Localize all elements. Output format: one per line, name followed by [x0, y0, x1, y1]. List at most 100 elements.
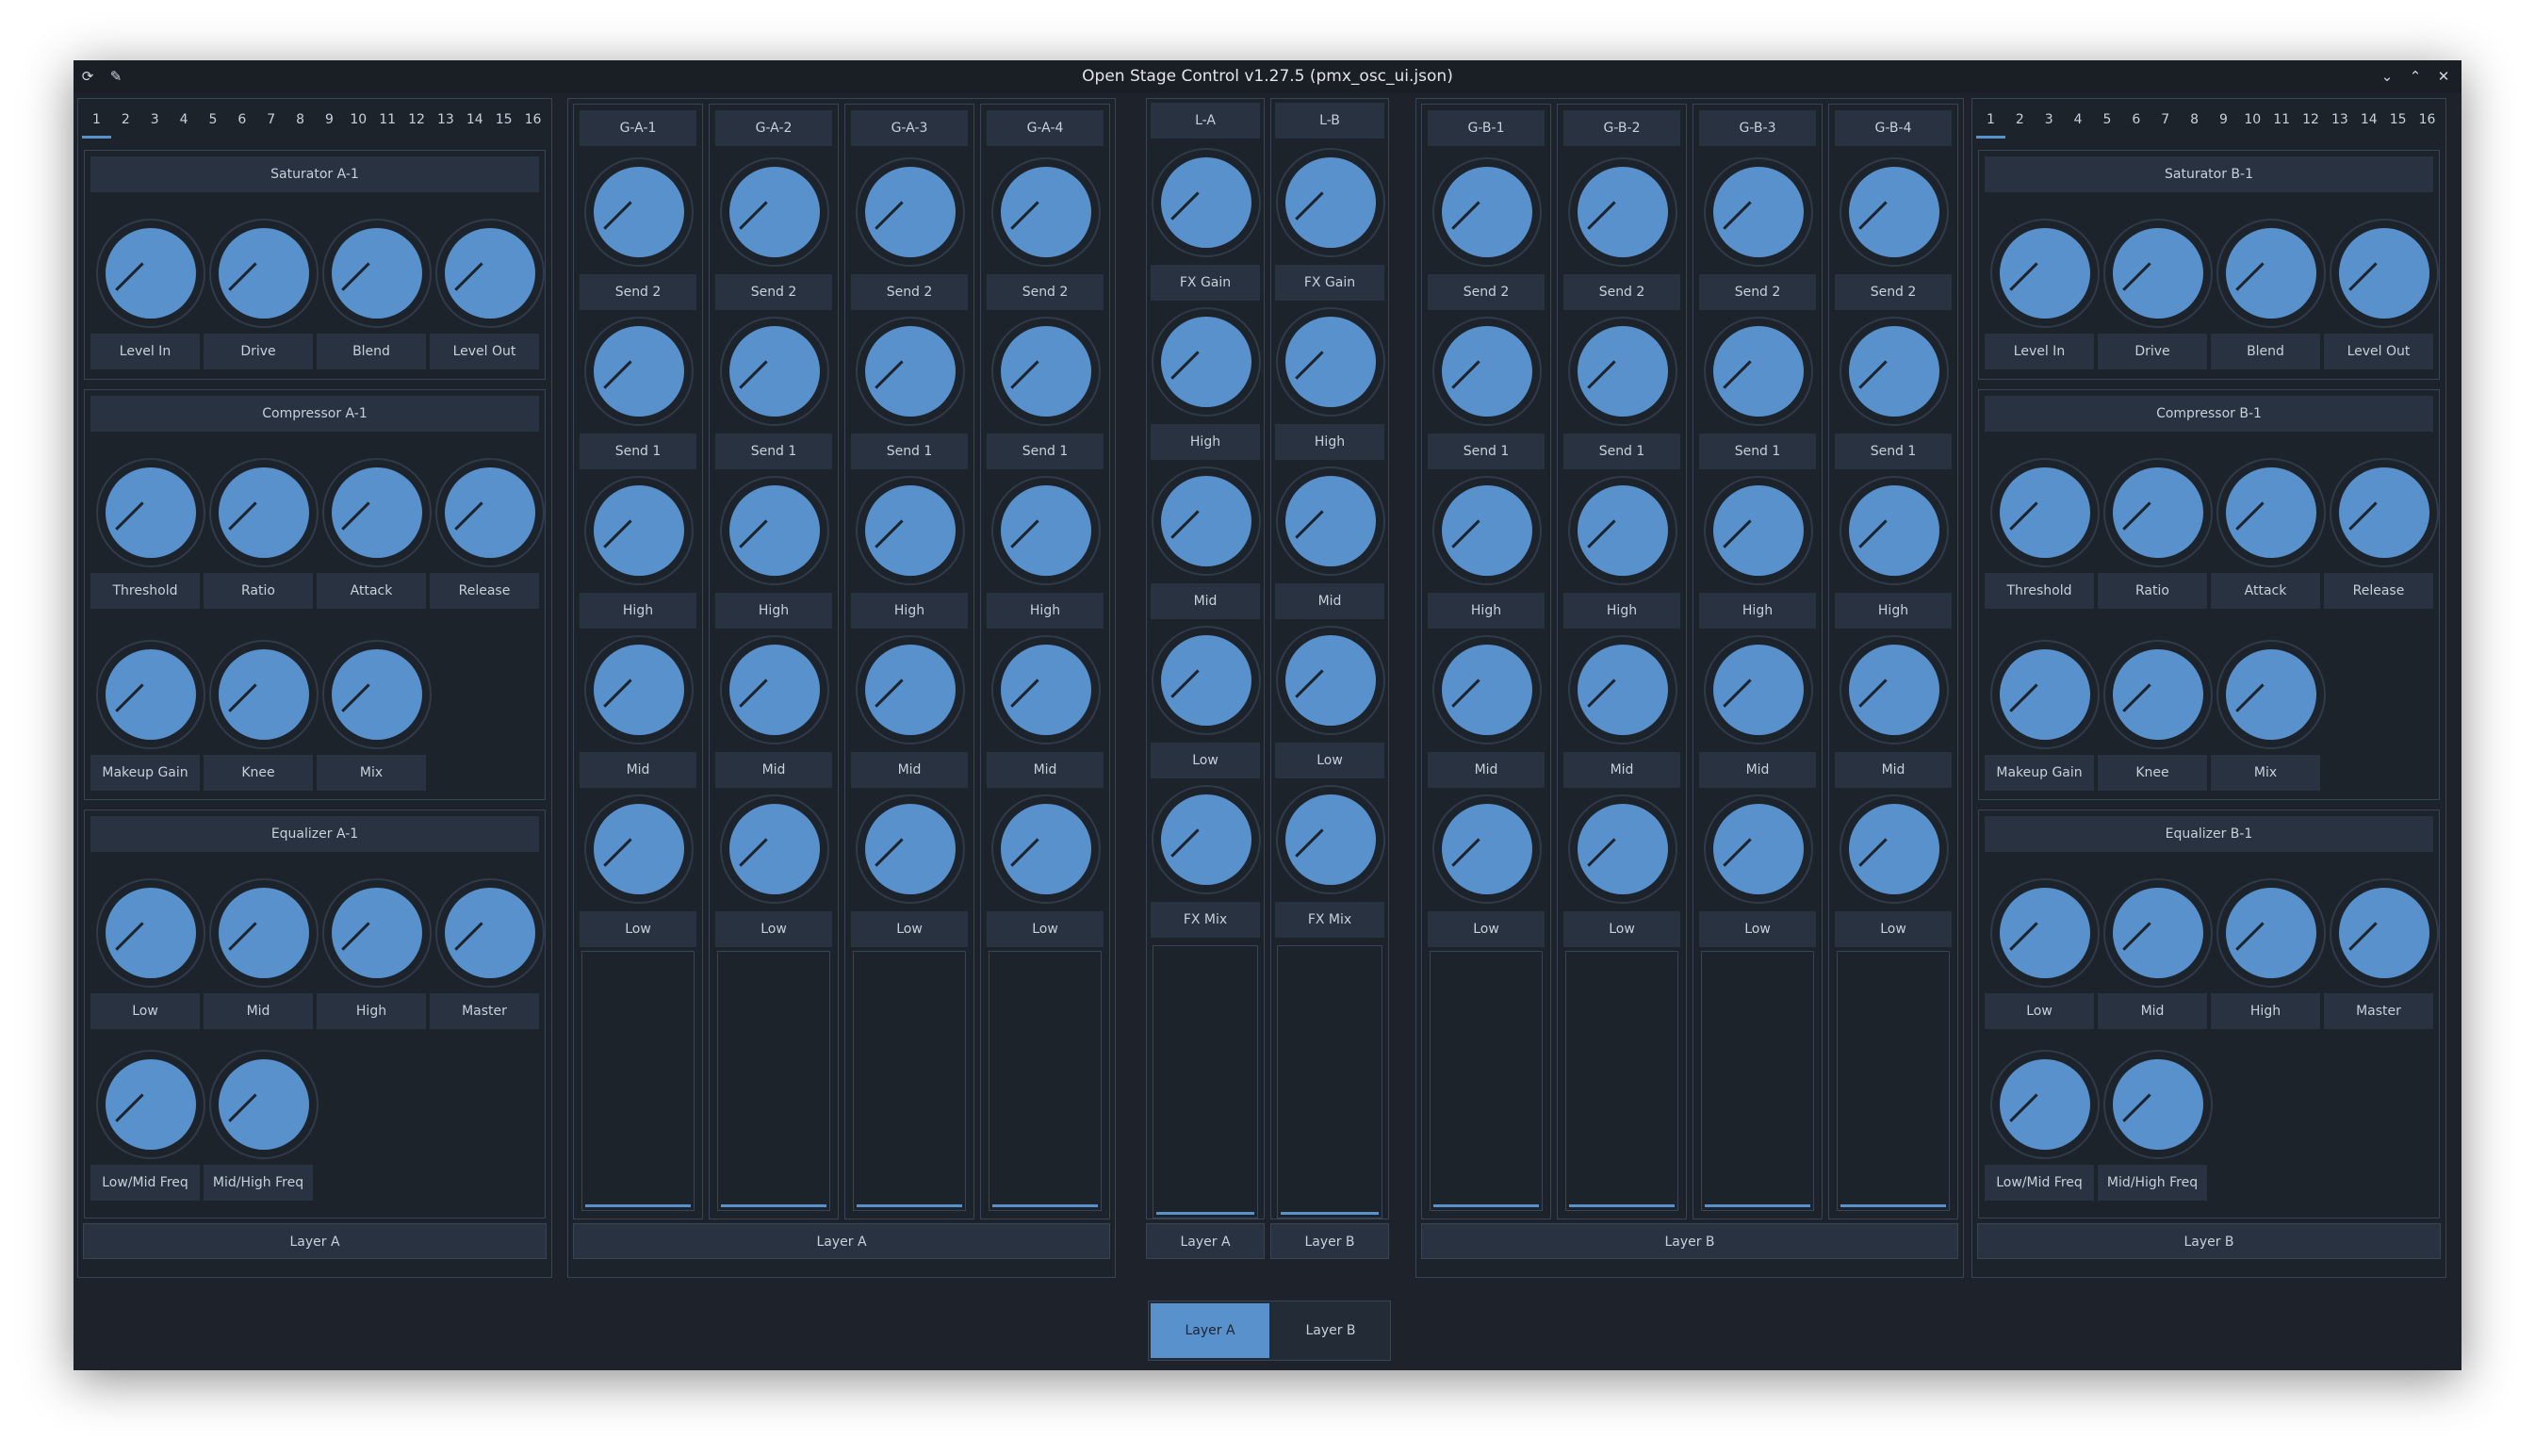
volume-fader[interactable]	[1701, 951, 1814, 1211]
ratio-knob[interactable]	[2103, 458, 2213, 567]
low-knob[interactable]	[856, 794, 965, 904]
high-knob[interactable]	[856, 476, 965, 585]
low-knob[interactable]	[1704, 794, 1813, 904]
low-knob[interactable]	[720, 794, 829, 904]
chevron-up-icon[interactable]: ⌃	[2407, 68, 2424, 85]
high-knob[interactable]	[1152, 307, 1261, 417]
send-2-knob[interactable]	[584, 157, 694, 267]
low-mid-freq-knob[interactable]	[1990, 1050, 2100, 1159]
tab-1[interactable]: 1	[82, 101, 111, 139]
group-a-footer[interactable]: Layer A	[573, 1223, 1110, 1259]
tab-2[interactable]: 2	[2005, 101, 2035, 139]
blend-knob[interactable]	[322, 219, 432, 328]
mid-knob[interactable]	[2103, 878, 2213, 988]
tab-15[interactable]: 15	[2383, 101, 2412, 139]
tab-8[interactable]: 8	[2180, 101, 2209, 139]
fx-gain-knob[interactable]	[1152, 148, 1261, 257]
mid-high-freq-knob[interactable]	[209, 1050, 319, 1159]
mid-knob[interactable]	[1432, 635, 1542, 744]
layer-strip-footer[interactable]: Layer B	[1270, 1223, 1389, 1259]
level-out-knob[interactable]	[435, 219, 545, 328]
low-knob[interactable]	[1840, 794, 1949, 904]
layer-switch-layer-a[interactable]: Layer A	[1151, 1303, 1269, 1358]
tab-15[interactable]: 15	[489, 101, 518, 139]
layer-switch-layer-b[interactable]: Layer B	[1271, 1303, 1390, 1358]
send-2-knob[interactable]	[1432, 157, 1542, 267]
fx-mix-knob[interactable]	[1276, 785, 1385, 894]
high-knob[interactable]	[1568, 476, 1677, 585]
send-2-knob[interactable]	[991, 157, 1101, 267]
left-panel-footer[interactable]: Layer A	[83, 1223, 547, 1259]
makeup-gain-knob[interactable]	[96, 640, 205, 749]
tab-7[interactable]: 7	[2151, 101, 2180, 139]
tab-5[interactable]: 5	[199, 101, 228, 139]
mix-knob[interactable]	[2216, 640, 2326, 749]
tab-2[interactable]: 2	[111, 101, 140, 139]
send-1-knob[interactable]	[584, 317, 694, 426]
volume-fader[interactable]	[989, 951, 1102, 1211]
tab-3[interactable]: 3	[2035, 101, 2064, 139]
send-2-knob[interactable]	[1704, 157, 1813, 267]
high-knob[interactable]	[1276, 307, 1385, 417]
volume-fader[interactable]	[717, 951, 830, 1211]
send-1-knob[interactable]	[1840, 317, 1949, 426]
tab-12[interactable]: 12	[402, 101, 432, 139]
high-knob[interactable]	[2216, 878, 2326, 988]
high-knob[interactable]	[1704, 476, 1813, 585]
tab-10[interactable]: 10	[344, 101, 373, 139]
tab-10[interactable]: 10	[2238, 101, 2267, 139]
tab-14[interactable]: 14	[2354, 101, 2383, 139]
volume-fader[interactable]	[1565, 951, 1678, 1211]
release-knob[interactable]	[435, 458, 545, 567]
low-knob[interactable]	[584, 794, 694, 904]
send-1-knob[interactable]	[1568, 317, 1677, 426]
tab-16[interactable]: 16	[2412, 101, 2442, 139]
low-knob[interactable]	[1432, 794, 1542, 904]
high-knob[interactable]	[584, 476, 694, 585]
mid-knob[interactable]	[856, 635, 965, 744]
send-2-knob[interactable]	[1568, 157, 1677, 267]
tab-9[interactable]: 9	[2209, 101, 2238, 139]
send-1-knob[interactable]	[991, 317, 1101, 426]
layer-fader[interactable]	[1153, 945, 1258, 1219]
mid-knob[interactable]	[720, 635, 829, 744]
master-knob[interactable]	[435, 878, 545, 988]
tab-3[interactable]: 3	[140, 101, 170, 139]
send-2-knob[interactable]	[856, 157, 965, 267]
tab-16[interactable]: 16	[518, 101, 548, 139]
volume-fader[interactable]	[1837, 951, 1950, 1211]
high-knob[interactable]	[991, 476, 1101, 585]
close-icon[interactable]: ✕	[2435, 68, 2452, 85]
send-1-knob[interactable]	[720, 317, 829, 426]
fx-gain-knob[interactable]	[1276, 148, 1385, 257]
low-knob[interactable]	[1152, 626, 1261, 735]
threshold-knob[interactable]	[1990, 458, 2100, 567]
threshold-knob[interactable]	[96, 458, 205, 567]
tab-13[interactable]: 13	[2326, 101, 2355, 139]
attack-knob[interactable]	[322, 458, 432, 567]
tab-7[interactable]: 7	[256, 101, 286, 139]
low-knob[interactable]	[96, 878, 205, 988]
mix-knob[interactable]	[322, 640, 432, 749]
level-in-knob[interactable]	[96, 219, 205, 328]
send-1-knob[interactable]	[1704, 317, 1813, 426]
mid-knob[interactable]	[991, 635, 1101, 744]
mid-knob[interactable]	[1568, 635, 1677, 744]
mid-knob[interactable]	[1152, 466, 1261, 576]
low-knob[interactable]	[991, 794, 1101, 904]
tab-4[interactable]: 4	[2064, 101, 2093, 139]
tab-14[interactable]: 14	[460, 101, 489, 139]
high-knob[interactable]	[720, 476, 829, 585]
tab-4[interactable]: 4	[170, 101, 199, 139]
tab-6[interactable]: 6	[2121, 101, 2151, 139]
tab-5[interactable]: 5	[2093, 101, 2122, 139]
tab-1[interactable]: 1	[1976, 101, 2005, 139]
low-knob[interactable]	[1568, 794, 1677, 904]
tab-11[interactable]: 11	[2267, 101, 2297, 139]
chevron-down-icon[interactable]: ⌄	[2379, 68, 2396, 85]
mid-knob[interactable]	[1840, 635, 1949, 744]
level-in-knob[interactable]	[1990, 219, 2100, 328]
low-mid-freq-knob[interactable]	[96, 1050, 205, 1159]
high-knob[interactable]	[322, 878, 432, 988]
tab-13[interactable]: 13	[432, 101, 461, 139]
